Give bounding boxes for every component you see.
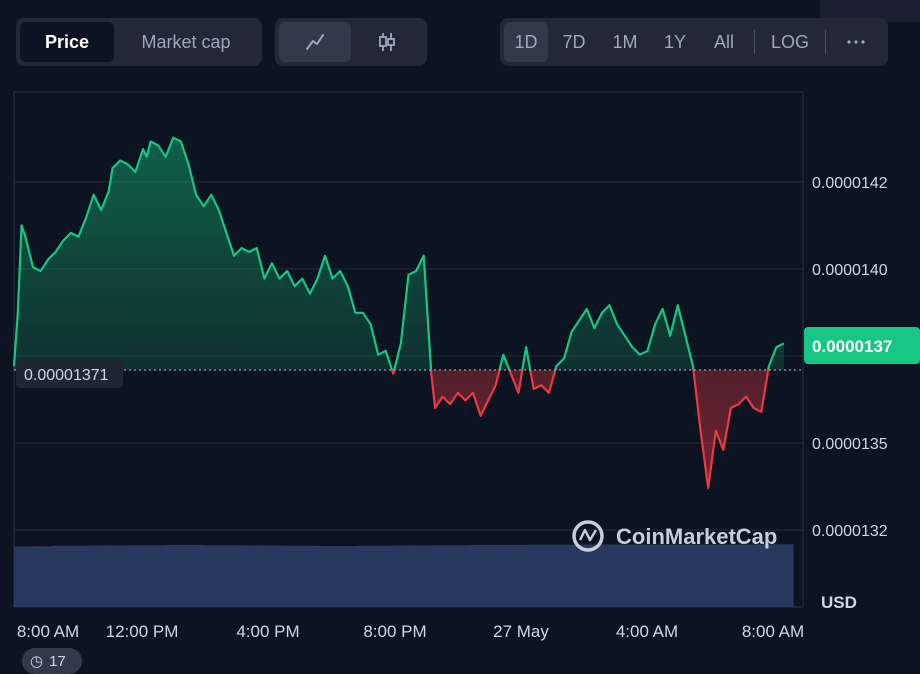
- x-axis-labels: 8:00 AM 12:00 PM 4:00 PM 8:00 PM 27 May 4:00 …: [17, 622, 804, 641]
- volume-bar: [641, 544, 661, 607]
- volume-bar: [71, 545, 91, 607]
- clock-icon: ◷: [30, 653, 44, 670]
- area-fill: [14, 137, 784, 488]
- volume-bar: [432, 545, 452, 607]
- volume-bar: [527, 544, 547, 607]
- area-fill-up: [14, 137, 784, 370]
- volume-bar: [375, 545, 395, 607]
- volume-bar: [736, 544, 756, 607]
- volume-bar: [52, 545, 72, 607]
- volume-bar: [242, 545, 262, 607]
- y-tick-label: 0.0000142: [812, 175, 888, 192]
- volume-bar: [90, 545, 110, 607]
- x-tick-label: 12:00 PM: [106, 622, 179, 641]
- x-tick-label: 27 May: [493, 622, 549, 641]
- volume-bar: [223, 545, 243, 607]
- volume-bar: [470, 545, 490, 607]
- volume-bar: [185, 545, 205, 607]
- volume-bar: [413, 545, 433, 607]
- volume-bar: [451, 545, 471, 607]
- volume-bar: [109, 545, 129, 607]
- badge-count: 17: [49, 652, 66, 670]
- volume-bar: [584, 544, 604, 607]
- currency-label: USD: [821, 593, 857, 612]
- coinmarketcap-logo-mark: [578, 528, 598, 542]
- volume-bar: [546, 544, 566, 607]
- x-tick-label: 8:00 AM: [742, 622, 804, 641]
- price-chart[interactable]: 0.0000142 0.0000140 0.0000135 0.0000132 8:0…: [0, 0, 920, 661]
- volume-bar: [356, 545, 376, 607]
- x-tick-label: 8:00 AM: [17, 622, 79, 641]
- volume-bar: [698, 544, 718, 607]
- volume-bar: [774, 544, 794, 607]
- volume-bar: [166, 545, 186, 607]
- volume-bar: [280, 545, 300, 607]
- x-tick-label: 4:00 AM: [616, 622, 678, 641]
- x-tick-label: 8:00 PM: [363, 622, 426, 641]
- volume-bar: [565, 544, 585, 607]
- volume-bar: [622, 544, 642, 607]
- volume-bar: [337, 546, 357, 607]
- y-tick-label: 0.0000132: [812, 523, 888, 540]
- volume-bar: [14, 546, 34, 607]
- y-tick-label: 0.0000140: [812, 262, 888, 279]
- volume-bar: [204, 545, 224, 607]
- volume-bar: [679, 544, 699, 607]
- bottom-badge[interactable]: ◷ 17: [22, 648, 82, 674]
- volume-bar: [318, 546, 338, 607]
- volume-bar: [717, 544, 737, 607]
- volume-bar: [33, 546, 53, 607]
- y-tick-label: 0.0000135: [812, 436, 888, 453]
- current-price-text: 0.0000137: [812, 337, 892, 356]
- x-tick-label: 4:00 PM: [236, 622, 299, 641]
- volume-bar: [508, 545, 528, 607]
- volume-bars: [14, 544, 794, 607]
- volume-bar: [299, 545, 319, 607]
- volume-bar: [603, 544, 623, 607]
- reference-price-label: 0.00001371: [16, 359, 123, 388]
- volume-bar: [261, 545, 281, 607]
- volume-bar: [128, 545, 148, 607]
- watermark-text: CoinMarketCap: [616, 524, 777, 549]
- volume-bar: [394, 545, 414, 607]
- volume-bar: [489, 545, 509, 607]
- reference-price-text: 0.00001371: [24, 367, 109, 384]
- volume-bar: [755, 544, 775, 607]
- volume-bar: [147, 545, 167, 607]
- volume-bar: [660, 544, 680, 607]
- current-price-badge: 0.0000137: [804, 327, 920, 364]
